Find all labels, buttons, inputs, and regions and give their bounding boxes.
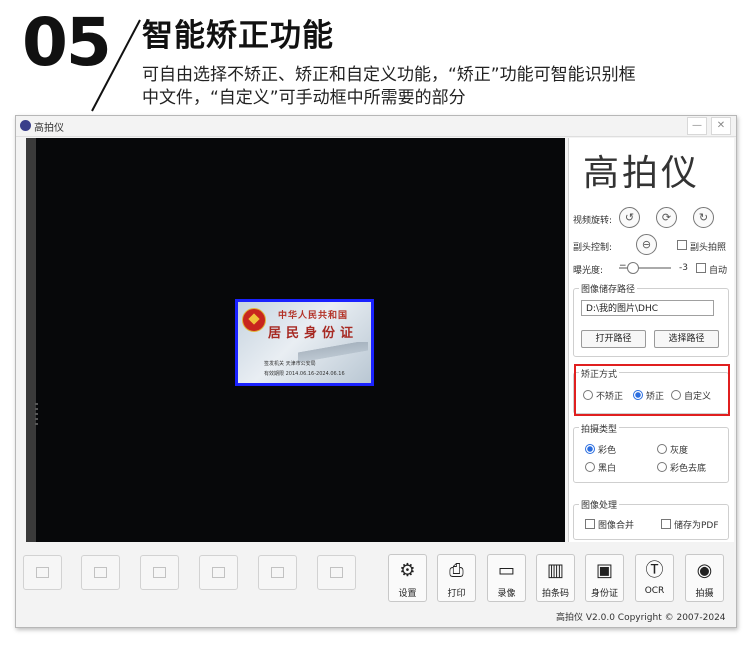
open-path-button[interactable]: 打开路径	[581, 330, 646, 348]
capture-type-title: 拍摄类型	[579, 422, 620, 435]
print-button[interactable]: ⎙ 打印	[437, 554, 476, 602]
radio-color-remove-bg[interactable]	[657, 462, 667, 472]
black-white-label: 黑白	[598, 464, 617, 474]
exposure-auto-label: 自动	[709, 266, 728, 276]
capture-type-group	[573, 427, 729, 483]
settings-label: 设置	[398, 589, 417, 599]
thumbnail-slot[interactable]	[199, 555, 238, 590]
record-button[interactable]: ▭ 录像	[487, 554, 526, 602]
thumbnail-slot[interactable]	[258, 555, 297, 590]
card-issuer: 签发机关 天津市公安局	[264, 361, 316, 367]
barcode-button[interactable]: ▥ 拍条码	[536, 554, 575, 602]
merge-label: 图像合并	[598, 521, 635, 531]
merge-checkbox[interactable]	[585, 519, 595, 529]
promo-header: 05 智能矫正功能 可自由选择不矫正、矫正和自定义功能，“矫正”功能可智能识别框…	[0, 0, 750, 112]
save-pdf-checkbox[interactable]	[661, 519, 671, 529]
capture-label: 拍摄	[695, 589, 714, 599]
app-logo-icon	[20, 120, 31, 131]
app-window: 高拍仪 — ✕ 中华人民共和国 居民身份证 签发机关 天津市公安局 有效期限 2…	[15, 115, 737, 628]
bottom-toolbar: ⚙ 设置 ⎙ 打印 ▭ 录像 ▥ 拍条码 ▣ 身份证 Ⓣ OCR ◉ 拍摄 高拍…	[16, 544, 736, 627]
choose-path-button[interactable]: 选择路径	[654, 330, 719, 348]
description-line-1: 可自由选择不矫正、矫正和自定义功能，“矫正”功能可智能识别框	[142, 65, 636, 85]
ocr-magnifier-icon: Ⓣ	[645, 560, 664, 581]
thumbnail-slot[interactable]	[317, 555, 356, 590]
radio-black-white[interactable]	[585, 462, 595, 472]
rotate-reset-icon[interactable]: ⟳	[656, 207, 677, 228]
grayscale-label: 灰度	[670, 446, 689, 456]
exposure-slider-handle[interactable]	[627, 262, 639, 274]
slash-divider	[91, 19, 141, 112]
rotate-left-icon[interactable]: ↺	[619, 207, 640, 228]
window-title: 高拍仪	[34, 123, 64, 134]
exposure-value: -3	[679, 263, 688, 273]
print-label: 打印	[447, 589, 466, 599]
feature-description: 可自由选择不矫正、矫正和自定义功能，“矫正”功能可智能识别框 中文件，“自定义”…	[142, 64, 742, 110]
minimize-button[interactable]: —	[687, 117, 707, 135]
card-country: 中华人民共和国	[278, 311, 349, 321]
preview-dots	[35, 403, 38, 428]
camera-icon: ◉	[696, 560, 713, 581]
settings-button[interactable]: ⚙ 设置	[388, 554, 427, 602]
barcode-label: 拍条码	[541, 589, 569, 599]
image-process-title: 图像处理	[579, 498, 620, 511]
color-remove-bg-label: 彩色去底	[670, 464, 707, 474]
radio-color[interactable]	[585, 444, 595, 454]
thumbnail-slot[interactable]	[23, 555, 62, 590]
copyright-text: 高拍仪 V2.0.0 Copyright © 2007-2024	[556, 613, 726, 623]
control-panel: 高拍仪 视频旋转: ↺ ⟳ ↻ 副头控制: ⊖ 副头拍照 曝光度: − -3 自…	[568, 138, 734, 542]
card-title: 居民身份证	[268, 326, 359, 341]
preview-edge	[26, 138, 36, 542]
color-label: 彩色	[598, 446, 617, 456]
barcode-icon: ▥	[546, 560, 564, 581]
close-button[interactable]: ✕	[711, 117, 731, 135]
ocr-button[interactable]: Ⓣ OCR	[635, 554, 674, 602]
lens-control-label: 副头控制:	[573, 243, 613, 253]
thumbnail-slot[interactable]	[81, 555, 120, 590]
save-pdf-label: 储存为PDF	[674, 521, 719, 531]
feature-title: 智能矫正功能	[142, 18, 334, 54]
rotate-label: 视频旋转:	[573, 216, 613, 226]
lens-capture-label: 副头拍照	[690, 243, 727, 253]
radio-grayscale[interactable]	[657, 444, 667, 454]
exposure-minus-icon: −	[619, 261, 627, 271]
record-label: 录像	[497, 589, 516, 599]
storage-path-input[interactable]: D:\我的图片\DHC	[581, 300, 714, 316]
camera-preview[interactable]: 中华人民共和国 居民身份证 签发机关 天津市公安局 有效期限 2014.06.1…	[26, 138, 565, 542]
brand-title: 高拍仪	[583, 153, 701, 194]
ocr-label: OCR	[644, 586, 665, 596]
id-card-button[interactable]: ▣ 身份证	[585, 554, 624, 602]
thumbnail-slot[interactable]	[140, 555, 179, 590]
detected-id-card: 中华人民共和国 居民身份证 签发机关 天津市公安局 有效期限 2014.06.1…	[235, 299, 374, 386]
video-camera-icon: ▭	[497, 560, 515, 581]
rotate-right-icon[interactable]: ↻	[693, 207, 714, 228]
lens-capture-checkbox[interactable]	[677, 240, 687, 250]
switch-camera-icon[interactable]: ⊖	[636, 234, 657, 255]
card-validity: 有效期限 2014.06.16-2024.06.16	[264, 371, 345, 377]
printer-icon: ⎙	[449, 560, 464, 581]
id-card-icon: ▣	[595, 560, 613, 581]
description-line-2: 中文件，“自定义”可手动框中所需要的部分	[142, 88, 466, 108]
title-bar: 高拍仪 — ✕	[16, 116, 736, 137]
exposure-auto-checkbox[interactable]	[696, 263, 706, 273]
gear-icon: ⚙	[399, 560, 416, 581]
correction-highlight-frame	[574, 364, 730, 416]
storage-path-title: 图像储存路径	[579, 282, 638, 295]
exposure-label: 曝光度:	[573, 266, 604, 276]
id-card-label: 身份证	[590, 589, 618, 599]
capture-button[interactable]: ◉ 拍摄	[685, 554, 724, 602]
national-emblem-icon	[242, 308, 266, 332]
